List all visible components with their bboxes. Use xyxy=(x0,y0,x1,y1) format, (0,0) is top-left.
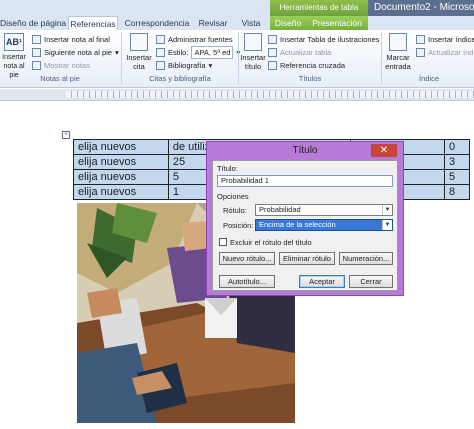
table-of-figures-icon xyxy=(268,35,277,44)
mark-entry-label: Marcar entrada xyxy=(385,53,411,71)
chevron-down-icon: ▾ xyxy=(208,61,213,70)
manage-sources-icon xyxy=(156,35,165,44)
caption-icon xyxy=(244,33,262,51)
insert-table-of-figures-label: Insertar Tabla de ilustraciones xyxy=(280,35,380,44)
next-footnote-label: Siguiente nota al pie xyxy=(44,48,112,57)
bibliography-label: Bibliografía xyxy=(168,61,206,70)
insert-caption-button[interactable]: Insertar título xyxy=(240,33,266,71)
table-cell[interactable]: 8 xyxy=(444,184,470,200)
caption-dialog: Título ✕ Título: Probabilidad 1 Opciones… xyxy=(206,141,404,296)
group-label-index: Índice xyxy=(418,74,439,83)
insert-index-icon xyxy=(416,35,425,44)
manage-sources-label: Administrar fuentes xyxy=(168,35,233,44)
close-icon[interactable]: ✕ xyxy=(371,144,397,157)
table-cell[interactable]: 3 xyxy=(444,154,470,170)
chevron-down-icon: ▼ xyxy=(382,220,392,230)
ribbon-divider xyxy=(381,32,382,84)
document-title: Documento2 - Microsoft Word xyxy=(368,0,474,16)
options-label: Opciones xyxy=(217,192,249,201)
table-cell[interactable]: 0 xyxy=(444,139,470,155)
group-label-footnotes: Notas al pie xyxy=(40,74,80,83)
insert-index-button[interactable]: Insertar índice xyxy=(416,34,474,45)
style-value: APA, 5ª ed xyxy=(191,46,234,59)
title-bar: Herramientas de tabla Documento2 - Micro… xyxy=(0,0,474,16)
autocaption-button[interactable]: Autotítulo... xyxy=(219,275,275,288)
tab-references[interactable]: Referencias xyxy=(68,16,118,30)
position-select[interactable]: Encima de la selección ▼ xyxy=(255,219,393,231)
next-footnote-button[interactable]: Siguiente nota al pie ▾ xyxy=(32,47,119,58)
table-cell[interactable]: elija nuevos xyxy=(73,154,169,170)
update-table-button[interactable]: Actualizar tabla xyxy=(268,47,331,58)
table-cell[interactable]: elija nuevos xyxy=(73,169,169,185)
exclude-label-text: Excluir el rótulo del título xyxy=(230,238,312,247)
new-label-button[interactable]: Nuevo rótulo... xyxy=(219,252,275,265)
position-select-value: Encima de la selección xyxy=(259,220,336,229)
tab-view[interactable]: Vista xyxy=(238,16,264,30)
bibliography-button[interactable]: Bibliografía ▾ xyxy=(156,60,212,71)
bibliography-icon xyxy=(156,61,165,70)
label-select-value: Probabilidad xyxy=(259,205,301,214)
mark-entry-button[interactable]: Marcar entrada xyxy=(383,33,413,71)
delete-label-button[interactable]: Eliminar rótulo xyxy=(279,252,335,265)
caption-label: Título: xyxy=(217,164,238,173)
table-cell[interactable]: elija nuevos xyxy=(73,139,169,155)
cancel-button[interactable]: Cerrar xyxy=(349,275,393,288)
endnote-icon xyxy=(32,35,41,44)
manage-sources-button[interactable]: Administrar fuentes xyxy=(156,34,233,45)
mark-entry-icon xyxy=(389,33,407,51)
update-index-button[interactable]: Actualizar índice xyxy=(416,47,474,58)
chevron-down-icon: ▼ xyxy=(382,205,392,215)
position-label: Posición: xyxy=(223,221,254,230)
citation-icon xyxy=(130,33,148,51)
show-notes-icon xyxy=(32,61,41,70)
table-cell[interactable]: 5 xyxy=(444,169,470,185)
style-icon xyxy=(156,48,165,57)
ribbon-divider xyxy=(238,32,239,84)
cross-reference-label: Referencia cruzada xyxy=(280,61,346,70)
label-select[interactable]: Probabilidad ▼ xyxy=(255,204,393,216)
update-index-icon xyxy=(416,48,425,57)
insert-citation-button[interactable]: Insertar cita xyxy=(124,33,154,71)
insert-endnote-button[interactable]: Insertar nota al final xyxy=(32,34,110,45)
caption-input[interactable]: Probabilidad 1 xyxy=(217,175,393,187)
word-window: Herramientas de tabla Documento2 - Micro… xyxy=(0,0,474,429)
tab-page-layout[interactable]: Diseño de página xyxy=(0,16,66,30)
tab-review[interactable]: Revisar xyxy=(196,16,230,30)
insert-index-label: Insertar índice xyxy=(428,35,474,44)
label-label: Rótulo: xyxy=(223,206,247,215)
table-cell[interactable]: elija nuevos xyxy=(73,184,169,200)
dialog-body: Título: Probabilidad 1 Opciones Rótulo: … xyxy=(212,160,398,291)
style-dropdown[interactable]: Estilo: APA, 5ª ed ▾ xyxy=(156,46,240,59)
footnote-icon: AB¹ xyxy=(4,33,24,51)
insert-citation-label: Insertar cita xyxy=(126,53,152,71)
horizontal-ruler[interactable] xyxy=(0,89,474,101)
update-table-label: Actualizar tabla xyxy=(280,48,332,57)
insert-table-of-figures-button[interactable]: Insertar Tabla de ilustraciones xyxy=(268,34,380,45)
group-label-captions: Títulos xyxy=(298,74,322,83)
table-move-handle-icon[interactable]: + xyxy=(62,131,70,139)
update-index-label: Actualizar índice xyxy=(428,48,474,57)
insert-footnote-button[interactable]: AB¹ Insertar nota al pie xyxy=(0,33,28,80)
group-label-citations: Citas y bibliografía xyxy=(149,74,211,83)
next-footnote-icon xyxy=(32,48,41,57)
exclude-label-checkbox[interactable] xyxy=(219,238,227,246)
insert-caption-label: Insertar título xyxy=(240,53,266,71)
cross-reference-icon xyxy=(268,61,277,70)
insert-endnote-label: Insertar nota al final xyxy=(44,35,110,44)
cross-reference-button[interactable]: Referencia cruzada xyxy=(268,60,345,71)
ribbon-tabs: Diseño de página Referencias Corresponde… xyxy=(0,16,474,30)
numbering-button[interactable]: Numeración... xyxy=(339,252,393,265)
ruler-scale xyxy=(66,91,474,98)
show-notes-label: Mostrar notas xyxy=(44,61,90,70)
tab-design[interactable]: Diseño xyxy=(270,16,306,30)
update-table-icon xyxy=(268,48,277,57)
tab-mailings[interactable]: Correspondencia xyxy=(124,16,190,30)
show-notes-button[interactable]: Mostrar notas xyxy=(32,60,90,71)
tab-layout[interactable]: Presentación xyxy=(306,16,368,30)
chevron-down-icon: ▾ xyxy=(114,48,119,57)
table-tools-header: Herramientas de tabla xyxy=(270,0,368,16)
ok-button[interactable]: Aceptar xyxy=(299,275,345,288)
style-label: Estilo: xyxy=(168,48,189,57)
